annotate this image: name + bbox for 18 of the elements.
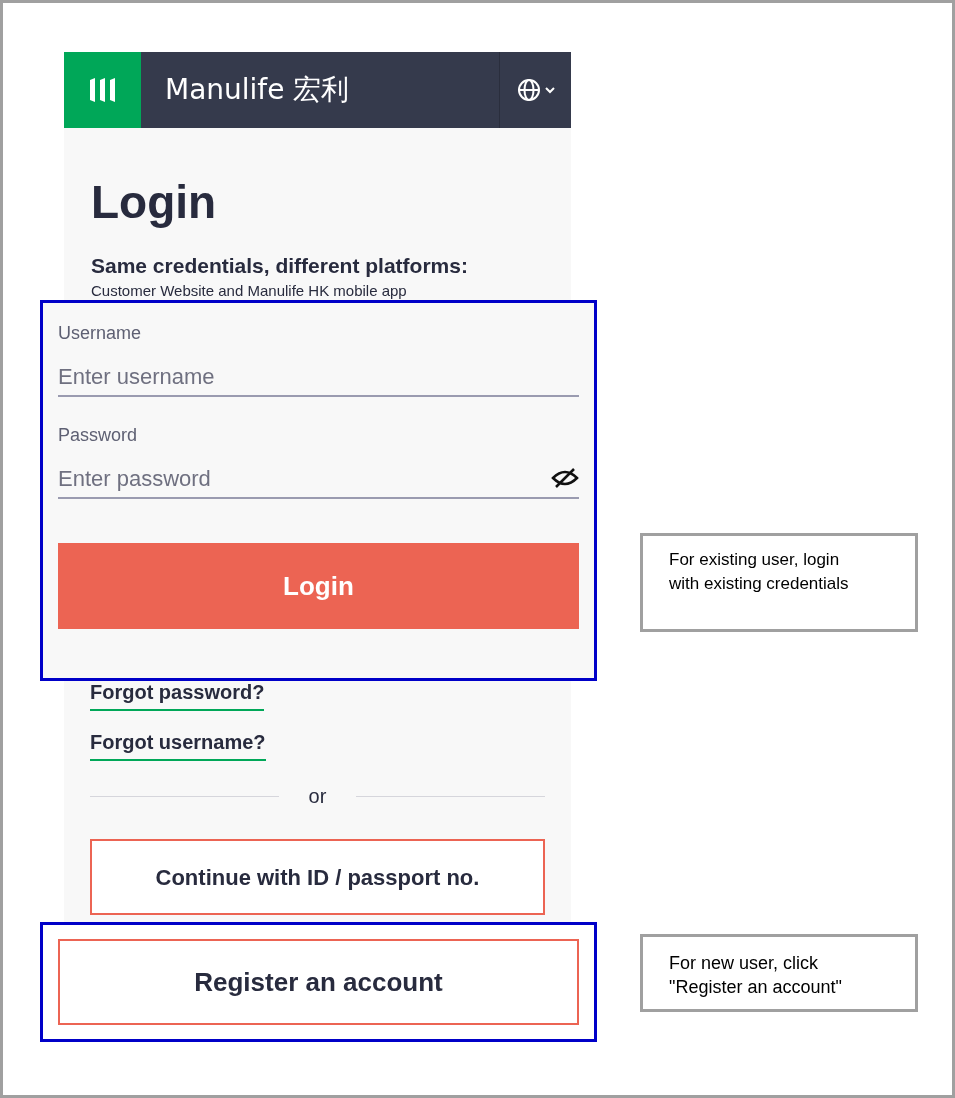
id-passport-button[interactable]: Continue with ID / passport no.	[90, 839, 545, 915]
text-link[interactable]: Forgot password?	[90, 677, 265, 711]
password-field[interactable]: Enter password	[58, 461, 551, 495]
annotation-note: For existing user, login with existing credentials	[640, 533, 918, 632]
field-label: Password	[58, 424, 139, 447]
username-field[interactable]: Enter username	[58, 359, 579, 393]
eye-slash-icon[interactable]	[551, 467, 579, 489]
text-link[interactable]: Forgot username?	[90, 727, 266, 761]
brand-name: Manulife 宏利	[165, 72, 351, 108]
annotation-note: For new user, click "Register an account"	[640, 934, 918, 1012]
caret-icon	[544, 86, 555, 94]
globe-icon	[516, 78, 541, 102]
field-label: Username	[58, 322, 143, 345]
subtitle: Same credentials, different platforms:	[91, 253, 469, 279]
page-title: Login	[91, 176, 218, 228]
register-button[interactable]: Register an account	[58, 939, 579, 1025]
divider-text: or	[308, 784, 327, 809]
description: Customer Website and Manulife HK mobile app	[91, 282, 408, 300]
